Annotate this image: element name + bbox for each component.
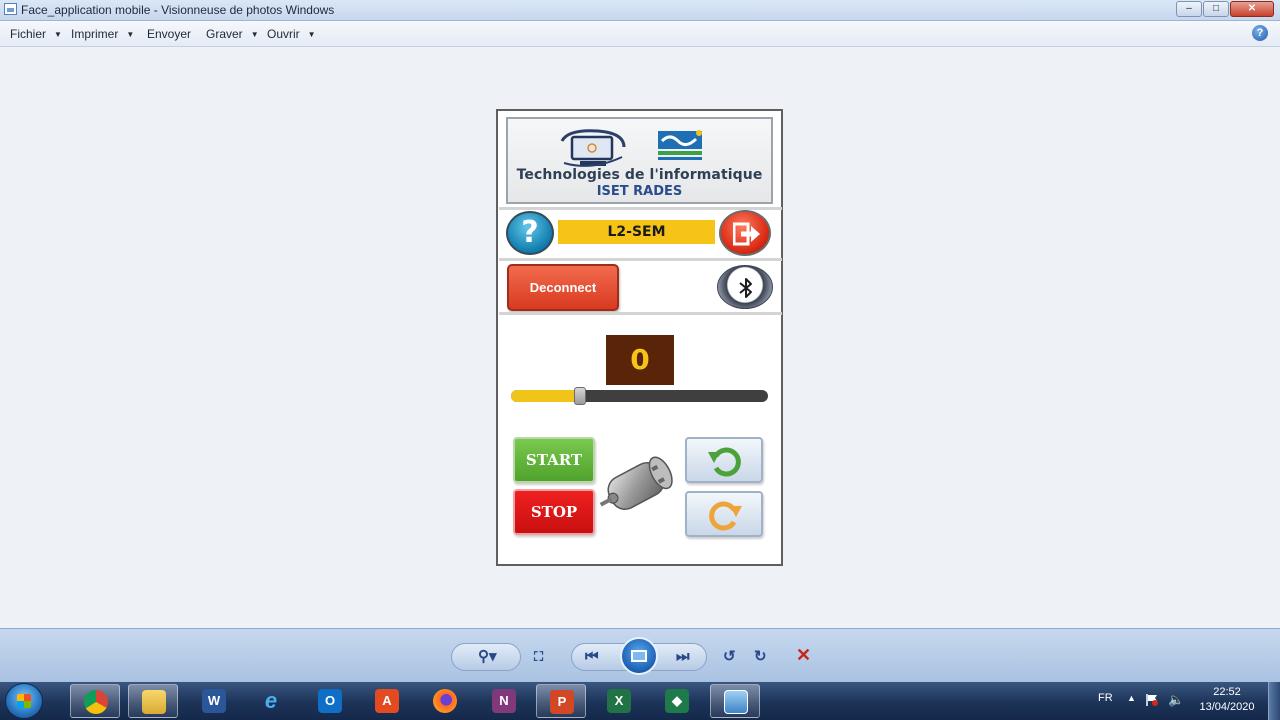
window-title: Face_application mobile - Visionneuse de… [21,3,335,17]
viewer-toolbar: ⚲▾ ⛶ ⏮ ⏭ ↺ ↻ ✕ [0,628,1280,683]
exit-icon [733,222,760,246]
taskbar-word[interactable]: W [189,684,239,718]
exit-button[interactable] [719,210,771,256]
banner-subtitle: ISET RADES [596,184,683,199]
excel-icon: X [607,689,631,713]
rotate-right-icon[interactable]: ↻ [754,648,767,666]
delete-icon[interactable]: ✕ [796,645,811,666]
volume-icon[interactable]: 🔈 [1168,692,1184,708]
previous-icon[interactable]: ⏮ [585,648,599,666]
start-button[interactable] [5,683,43,719]
speed-slider[interactable] [511,387,768,405]
system-clock[interactable]: 22:52 13/04/2020 [1190,685,1264,715]
menu-envoyer[interactable]: Envoyer [147,27,191,41]
zoom-icon[interactable]: ⚲▾ [478,648,497,666]
show-desktop-button[interactable] [1268,682,1280,720]
rotate-left-icon [708,447,741,477]
taskbar-acrobat[interactable]: A [362,684,412,718]
menu-bar: Fichier ▼ Imprimer ▼ Envoyer Graver ▼ Ouvri… [0,21,1280,47]
help-icon[interactable]: ? [1252,25,1268,41]
rotate-clockwise-button[interactable] [685,491,763,537]
divider [499,258,782,261]
bluetooth-button[interactable] [717,265,773,309]
taskbar-project[interactable]: ◆ [652,684,702,718]
acrobat-icon: A [375,689,399,713]
menu-imprimer[interactable]: Imprimer ▼ [71,27,134,41]
taskbar: W e O A N P X ◆ [0,682,1280,720]
taskbar-outlook[interactable]: O [305,684,355,718]
start-button[interactable]: START [513,437,595,483]
slider-fill [511,390,580,402]
rotate-left-icon[interactable]: ↺ [723,648,736,666]
dc-motor-image [599,456,673,510]
chevron-down-icon: ▼ [54,30,62,39]
banner-title: Technologies de l'informatique [516,167,763,183]
menu-ouvrir[interactable]: Ouvrir ▼ [267,27,316,41]
project-icon: ◆ [665,689,689,713]
language-indicator[interactable]: FR [1098,692,1113,704]
maximize-button[interactable]: □ [1203,1,1229,17]
folder-icon [142,690,166,714]
speed-value-display: 0 [606,335,674,385]
stop-button[interactable]: STOP [513,489,595,535]
app-screenshot: Technologies de l'informatique ISET RADE… [496,109,783,566]
rotate-right-icon [709,501,742,531]
taskbar-excel[interactable]: X [594,684,644,718]
chevron-down-icon: ▼ [250,30,259,39]
clock-date: 13/04/2020 [1199,701,1255,713]
onenote-icon: N [492,689,516,713]
taskbar-firefox[interactable] [420,684,470,718]
computer-logo-icon [560,129,626,167]
slider-thumb[interactable] [574,387,586,405]
slideshow-button[interactable] [620,637,658,675]
window-title-bar: Face_application mobile - Visionneuse de… [0,0,1280,21]
divider [499,312,782,315]
photo-viewer-icon [4,3,17,15]
next-icon[interactable]: ⏭ [676,648,690,666]
menu-graver[interactable]: Graver ▼ [206,27,259,41]
chevron-down-icon: ▼ [126,30,135,39]
taskbar-chrome[interactable] [70,684,120,718]
photo-viewer-icon [724,690,748,714]
action-center-flag-icon[interactable] [1145,693,1159,707]
close-button[interactable]: ✕ [1230,1,1274,17]
bluetooth-icon [739,278,752,298]
taskbar-photo-viewer[interactable] [710,684,760,718]
iset-logo-icon [658,130,702,160]
taskbar-file-explorer[interactable] [128,684,178,718]
menu-fichier[interactable]: Fichier ▼ [10,27,62,41]
clock-time: 22:52 [1213,686,1241,698]
word-icon: W [202,689,226,713]
class-label: L2-SEM [558,220,715,244]
window-controls: – □ ✕ [1175,1,1274,18]
outlook-icon: O [318,689,342,713]
powerpoint-icon: P [550,690,574,714]
firefox-icon [433,689,457,713]
chrome-icon [84,690,108,714]
actual-size-icon[interactable]: ⛶ [534,648,543,666]
show-hidden-icons-icon[interactable]: ▲ [1127,693,1136,703]
chevron-down-icon: ▼ [307,30,316,39]
internet-explorer-icon: e [264,688,278,713]
rotate-counterclockwise-button[interactable] [685,437,763,483]
taskbar-internet-explorer[interactable]: e [246,684,296,718]
app-banner: Technologies de l'informatique ISET RADE… [506,117,773,204]
minimize-button[interactable]: – [1176,1,1202,17]
taskbar-powerpoint[interactable]: P [536,684,586,718]
taskbar-onenote[interactable]: N [479,684,529,718]
disconnect-button[interactable]: Deconnect [507,264,619,311]
help-button[interactable]: ? [506,211,554,255]
